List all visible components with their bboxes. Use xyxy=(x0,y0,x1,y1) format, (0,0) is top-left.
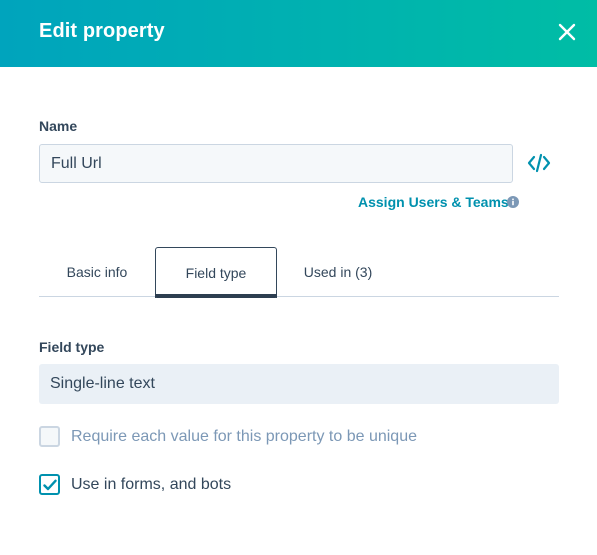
tab-field-type[interactable]: Field type xyxy=(155,247,277,298)
forms-bots-checkbox-label: Use in forms, and bots xyxy=(71,475,232,493)
unique-checkbox[interactable] xyxy=(39,426,60,447)
tab-used-in[interactable]: Used in (3) xyxy=(277,247,399,297)
active-tab-indicator xyxy=(155,294,277,298)
close-button[interactable] xyxy=(553,18,581,46)
field-type-select[interactable]: Single-line text xyxy=(39,364,559,404)
forms-option: Use in forms, and bots xyxy=(39,474,231,495)
tab-basic-info[interactable]: Basic info xyxy=(39,247,155,297)
unique-checkbox-label: Require each value for this property to … xyxy=(71,427,417,445)
modal-header: Edit property xyxy=(0,0,597,67)
checkmark-icon xyxy=(42,479,57,490)
name-input[interactable] xyxy=(39,144,513,183)
field-type-label: Field type xyxy=(39,339,105,355)
assign-users-teams-link[interactable]: Assign Users & Teams xyxy=(358,194,509,210)
unique-option: Require each value for this property to … xyxy=(39,426,417,447)
modal-title: Edit property xyxy=(39,20,165,42)
name-label: Name xyxy=(39,118,78,134)
code-icon xyxy=(527,153,551,173)
close-icon xyxy=(558,23,576,41)
forms-bots-checkbox[interactable] xyxy=(39,474,60,495)
info-icon[interactable] xyxy=(507,196,519,208)
field-type-value: Single-line text xyxy=(50,375,155,392)
code-button[interactable] xyxy=(526,151,552,175)
